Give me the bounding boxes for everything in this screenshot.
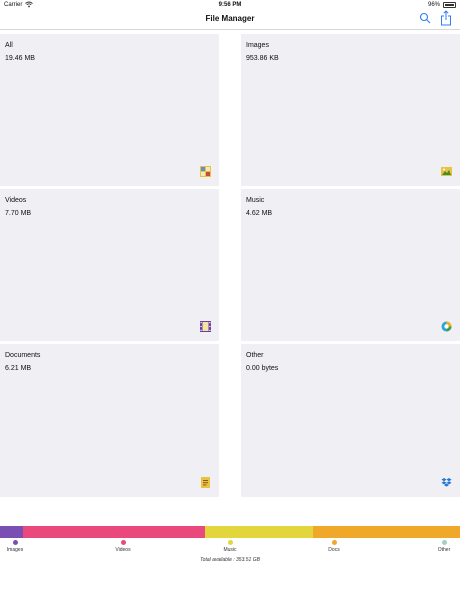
navigation-bar: File Manager xyxy=(0,10,460,30)
tile-label: All xyxy=(5,42,13,49)
category-tile-music[interactable]: Music 4.62 MB xyxy=(241,189,460,341)
category-tile-documents[interactable]: Documents 6.21 MB xyxy=(0,344,219,497)
battery-icon xyxy=(443,2,456,8)
legend-label: Other xyxy=(437,547,451,553)
status-bar: Carrier 9:56 PM 96% xyxy=(0,0,460,10)
category-tile-images[interactable]: Images 953.86 KB xyxy=(241,34,460,186)
status-time: 9:56 PM xyxy=(218,2,242,8)
legend-label: Videos xyxy=(115,547,131,553)
legend-item-music: Music xyxy=(210,540,250,553)
storage-segment-videos xyxy=(23,526,205,538)
tile-size: 6.21 MB xyxy=(5,365,32,372)
dropbox-icon xyxy=(441,478,452,487)
legend-dot xyxy=(441,540,447,545)
total-available-label: Total available : 353.51 GB xyxy=(200,557,260,563)
film-icon xyxy=(200,321,211,332)
storage-segment-images xyxy=(0,526,23,538)
page-title: File Manager xyxy=(205,14,255,23)
music-icon xyxy=(441,321,452,332)
category-tile-other[interactable]: Other 0.00 bytes xyxy=(241,344,460,497)
tile-size: 953.86 KB xyxy=(246,55,279,62)
share-icon xyxy=(441,10,451,26)
grid-icon xyxy=(200,166,211,177)
legend-dot xyxy=(227,540,233,545)
search-button[interactable] xyxy=(419,12,431,24)
legend-item-images: Images xyxy=(0,540,35,553)
legend-dot xyxy=(12,540,18,545)
tile-label: Videos xyxy=(5,197,27,204)
photo-icon xyxy=(441,167,452,176)
storage-segment-music xyxy=(204,526,313,538)
legend-item-other: Other xyxy=(424,540,460,553)
tile-label: Images xyxy=(246,42,269,49)
tile-label: Other xyxy=(246,352,264,359)
category-tile-videos[interactable]: Videos 7.70 MB xyxy=(0,189,219,341)
legend-item-docs: Docs xyxy=(314,540,354,553)
legend-dot xyxy=(331,540,337,545)
category-tile-all[interactable]: All 19.46 MB xyxy=(0,34,219,186)
legend-label: Docs xyxy=(328,547,340,553)
tile-size: 0.00 bytes xyxy=(246,365,279,372)
tile-size: 4.62 MB xyxy=(246,210,273,217)
legend-item-videos: Videos xyxy=(103,540,143,553)
storage-legend: Images Videos Music Docs Other xyxy=(0,540,460,558)
document-icon xyxy=(201,477,210,488)
legend-label: Images xyxy=(6,547,24,553)
tile-size: 7.70 MB xyxy=(5,210,32,217)
tile-label: Music xyxy=(246,197,265,204)
tile-label: Documents xyxy=(5,352,41,359)
search-icon xyxy=(419,12,429,22)
legend-dot xyxy=(120,540,126,545)
tile-size: 19.46 MB xyxy=(5,55,35,62)
share-button[interactable] xyxy=(440,10,452,26)
storage-usage-bar xyxy=(0,526,460,538)
battery-percentage: 96% xyxy=(427,2,440,8)
storage-segment-docs xyxy=(312,526,460,538)
legend-label: Music xyxy=(223,547,237,553)
